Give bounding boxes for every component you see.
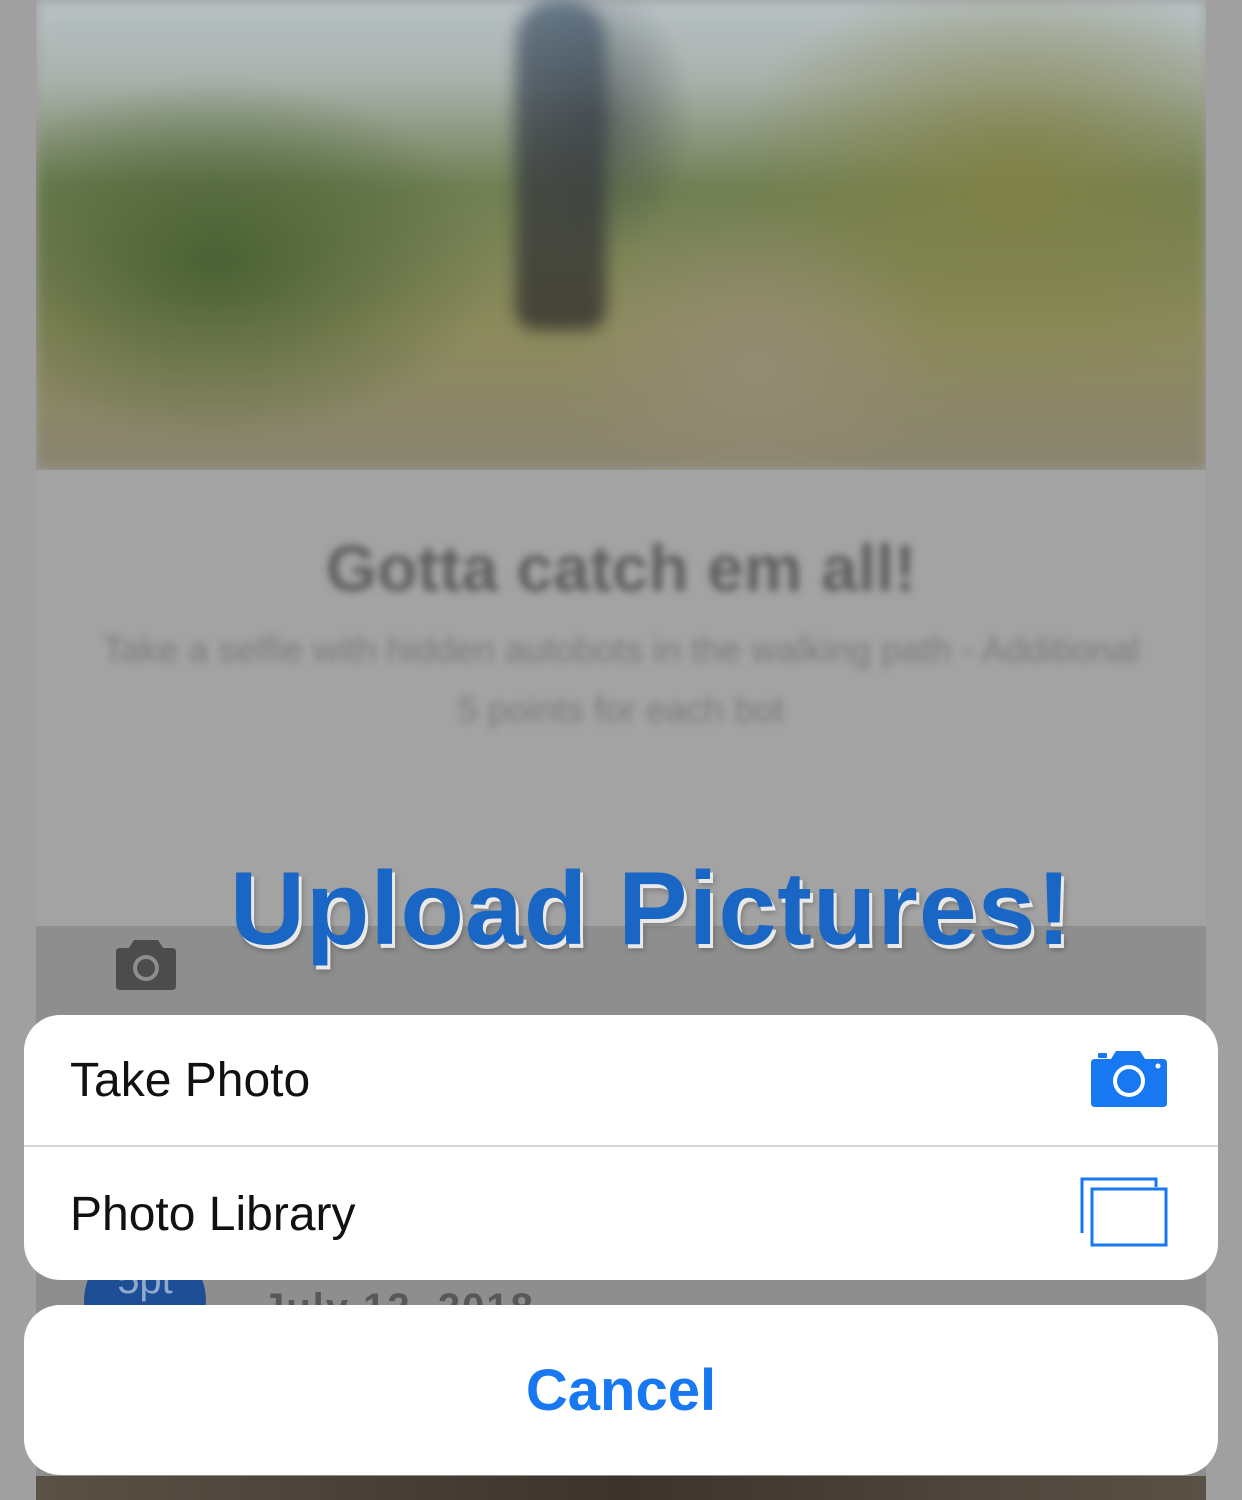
promo-title: Upload Pictures! <box>229 851 1073 967</box>
photo-library-button[interactable]: Photo Library <box>24 1148 1218 1280</box>
hero-photo-subject <box>516 0 606 330</box>
card-description: Take a selfie with hidden autobots in th… <box>102 629 1140 730</box>
next-card-photo <box>36 1476 1206 1500</box>
action-sheet-options: Take Photo Photo Library <box>24 1015 1218 1280</box>
cancel-button[interactable]: Cancel <box>24 1305 1218 1475</box>
hero-photo <box>36 0 1206 470</box>
camera-icon <box>1090 1047 1168 1114</box>
take-photo-button[interactable]: Take Photo <box>24 1015 1218 1147</box>
photo-library-label: Photo Library <box>70 1187 356 1241</box>
card-title: Gotta catch em all! <box>325 531 917 605</box>
photo-library-icon <box>1080 1177 1168 1252</box>
cancel-label: Cancel <box>525 1357 717 1423</box>
take-photo-label: Take Photo <box>70 1053 311 1107</box>
